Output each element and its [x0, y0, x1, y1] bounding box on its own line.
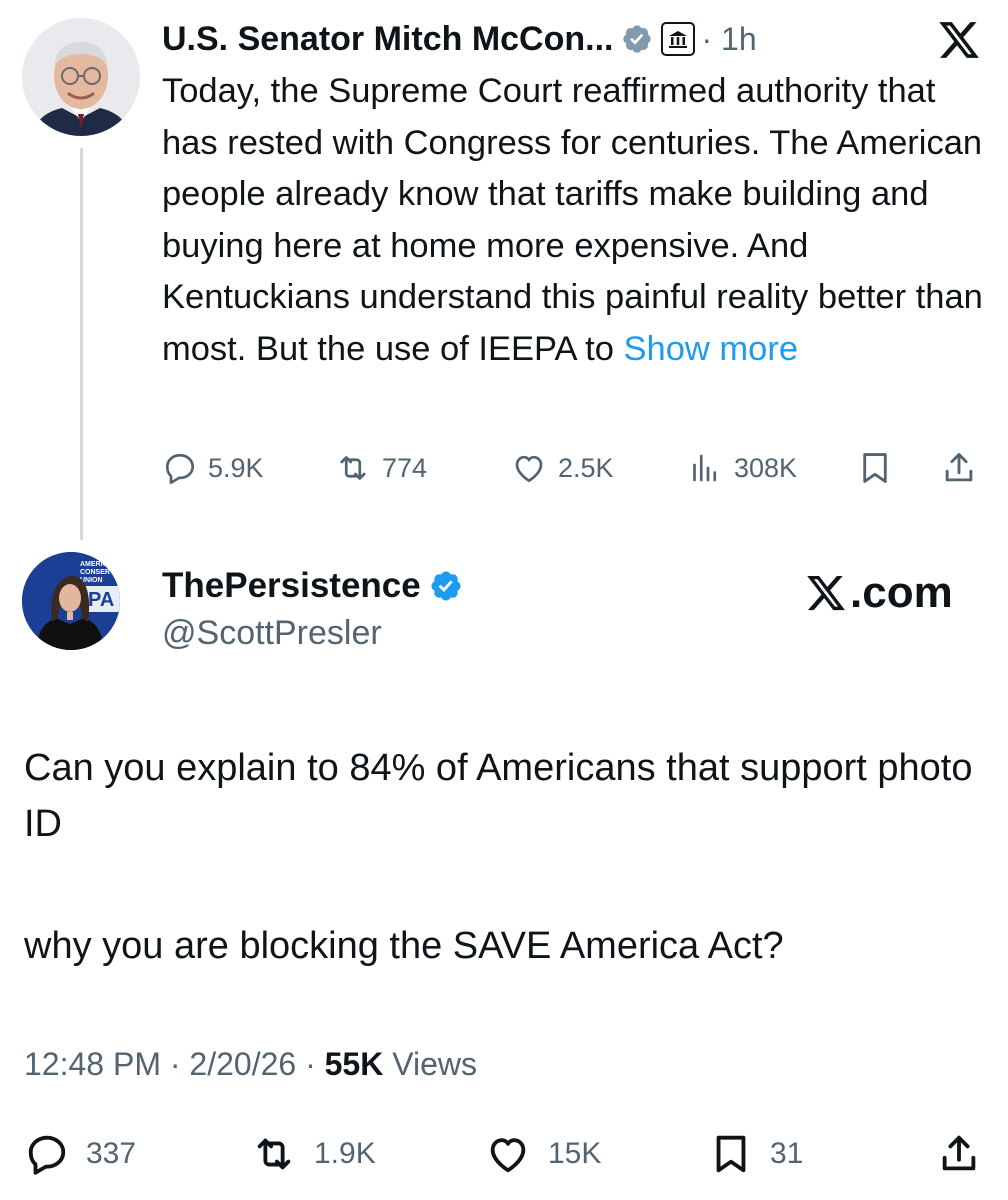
post-timestamp[interactable]: 12:48 PM	[24, 1046, 161, 1082]
government-building-icon[interactable]	[661, 22, 696, 56]
bookmark-button[interactable]: 31	[708, 1126, 803, 1182]
x-logo-icon[interactable]	[936, 18, 982, 67]
repost-button[interactable]: 774	[334, 440, 427, 496]
bookmark-count: 31	[770, 1137, 804, 1170]
like-button[interactable]: 15K	[484, 1126, 601, 1182]
time-ago: 1h	[721, 20, 757, 57]
main-post-meta: 12:48 PM · 2/20/26 · 55K Views	[24, 1046, 477, 1083]
bookmark-icon	[863, 453, 887, 483]
meta-separator: ·	[305, 1046, 316, 1082]
quoted-post-body: Today, the Supreme Court reaffirmed auth…	[162, 72, 983, 368]
main-post-text: Can you explain to 84% of Americans that…	[24, 740, 984, 974]
reply-icon	[165, 453, 195, 485]
reply-icon	[28, 1135, 66, 1175]
bookmark-icon	[716, 1135, 746, 1173]
x-logo-icon	[807, 575, 845, 611]
repost-icon	[340, 456, 366, 480]
quoted-post-text: Today, the Supreme Court reaffirmed auth…	[162, 66, 992, 375]
avatar-portrait	[22, 18, 140, 136]
bookmark-button[interactable]	[856, 440, 894, 496]
time-separator: ·	[701, 20, 713, 57]
main-author-name[interactable]: ThePersistence	[162, 566, 421, 606]
like-count: 15K	[548, 1137, 602, 1170]
views-count: 308K	[734, 452, 798, 483]
heart-icon	[490, 1138, 526, 1173]
like-button[interactable]: 2.5K	[510, 440, 614, 496]
post-date[interactable]: 2/20/26	[189, 1046, 296, 1082]
quoted-post-actions: 5.9K 774 2.5K 308K	[0, 440, 1008, 496]
main-author-name-row: ThePersistence	[162, 562, 463, 610]
repost-icon	[257, 1138, 291, 1170]
post-views-count: 55K	[324, 1046, 384, 1082]
repost-count: 1.9K	[314, 1137, 376, 1170]
reply-button[interactable]: 337	[24, 1126, 136, 1182]
reply-count: 337	[86, 1137, 137, 1170]
main-post-line-2: why you are blocking the SAVE America Ac…	[24, 925, 784, 967]
main-post-line-1: Can you explain to 84% of Americans that…	[24, 747, 973, 845]
quoted-post-time[interactable]: · 1h	[701, 21, 756, 58]
share-button[interactable]	[940, 440, 978, 496]
views-chart-icon	[693, 454, 717, 482]
quoted-post-header: U.S. Senator Mitch McCon... · 1h	[162, 14, 988, 64]
post-views-label: Views	[392, 1046, 477, 1082]
persistence-avatar[interactable]: PA AMERICAN CONSERVATIVE UNION	[22, 552, 120, 650]
repost-button[interactable]: 1.9K	[250, 1126, 376, 1182]
svg-text:PA: PA	[88, 589, 114, 611]
reply-button[interactable]: 5.9K	[162, 440, 264, 496]
gray-verified-icon[interactable]	[621, 23, 653, 55]
svg-text:CONSERVATIVE: CONSERVATIVE	[80, 569, 120, 576]
avatar-portrait: PA AMERICAN CONSERVATIVE UNION	[22, 552, 120, 650]
repost-count: 774	[382, 452, 428, 483]
avatar-banner-text: AMERICAN	[80, 561, 118, 568]
views-button[interactable]: 308K	[686, 440, 797, 496]
like-count: 2.5K	[558, 452, 614, 483]
meta-separator: ·	[169, 1046, 181, 1082]
share-icon	[942, 1135, 976, 1171]
blue-verified-icon[interactable]	[429, 569, 463, 603]
mcconnell-avatar[interactable]	[22, 18, 140, 136]
main-post-actions: 337 1.9K 15K 31	[0, 1126, 1008, 1182]
quoted-author-name[interactable]: U.S. Senator Mitch McCon...	[162, 20, 613, 59]
share-icon	[945, 453, 973, 482]
watermark-domain: .com	[850, 568, 953, 617]
x-com-watermark: .com	[804, 568, 953, 618]
reply-count: 5.9K	[208, 452, 264, 483]
heart-icon	[515, 455, 543, 483]
main-author-handle[interactable]: @ScottPresler	[162, 614, 382, 653]
show-more-link[interactable]: Show more	[624, 330, 799, 368]
share-button[interactable]	[936, 1126, 982, 1182]
